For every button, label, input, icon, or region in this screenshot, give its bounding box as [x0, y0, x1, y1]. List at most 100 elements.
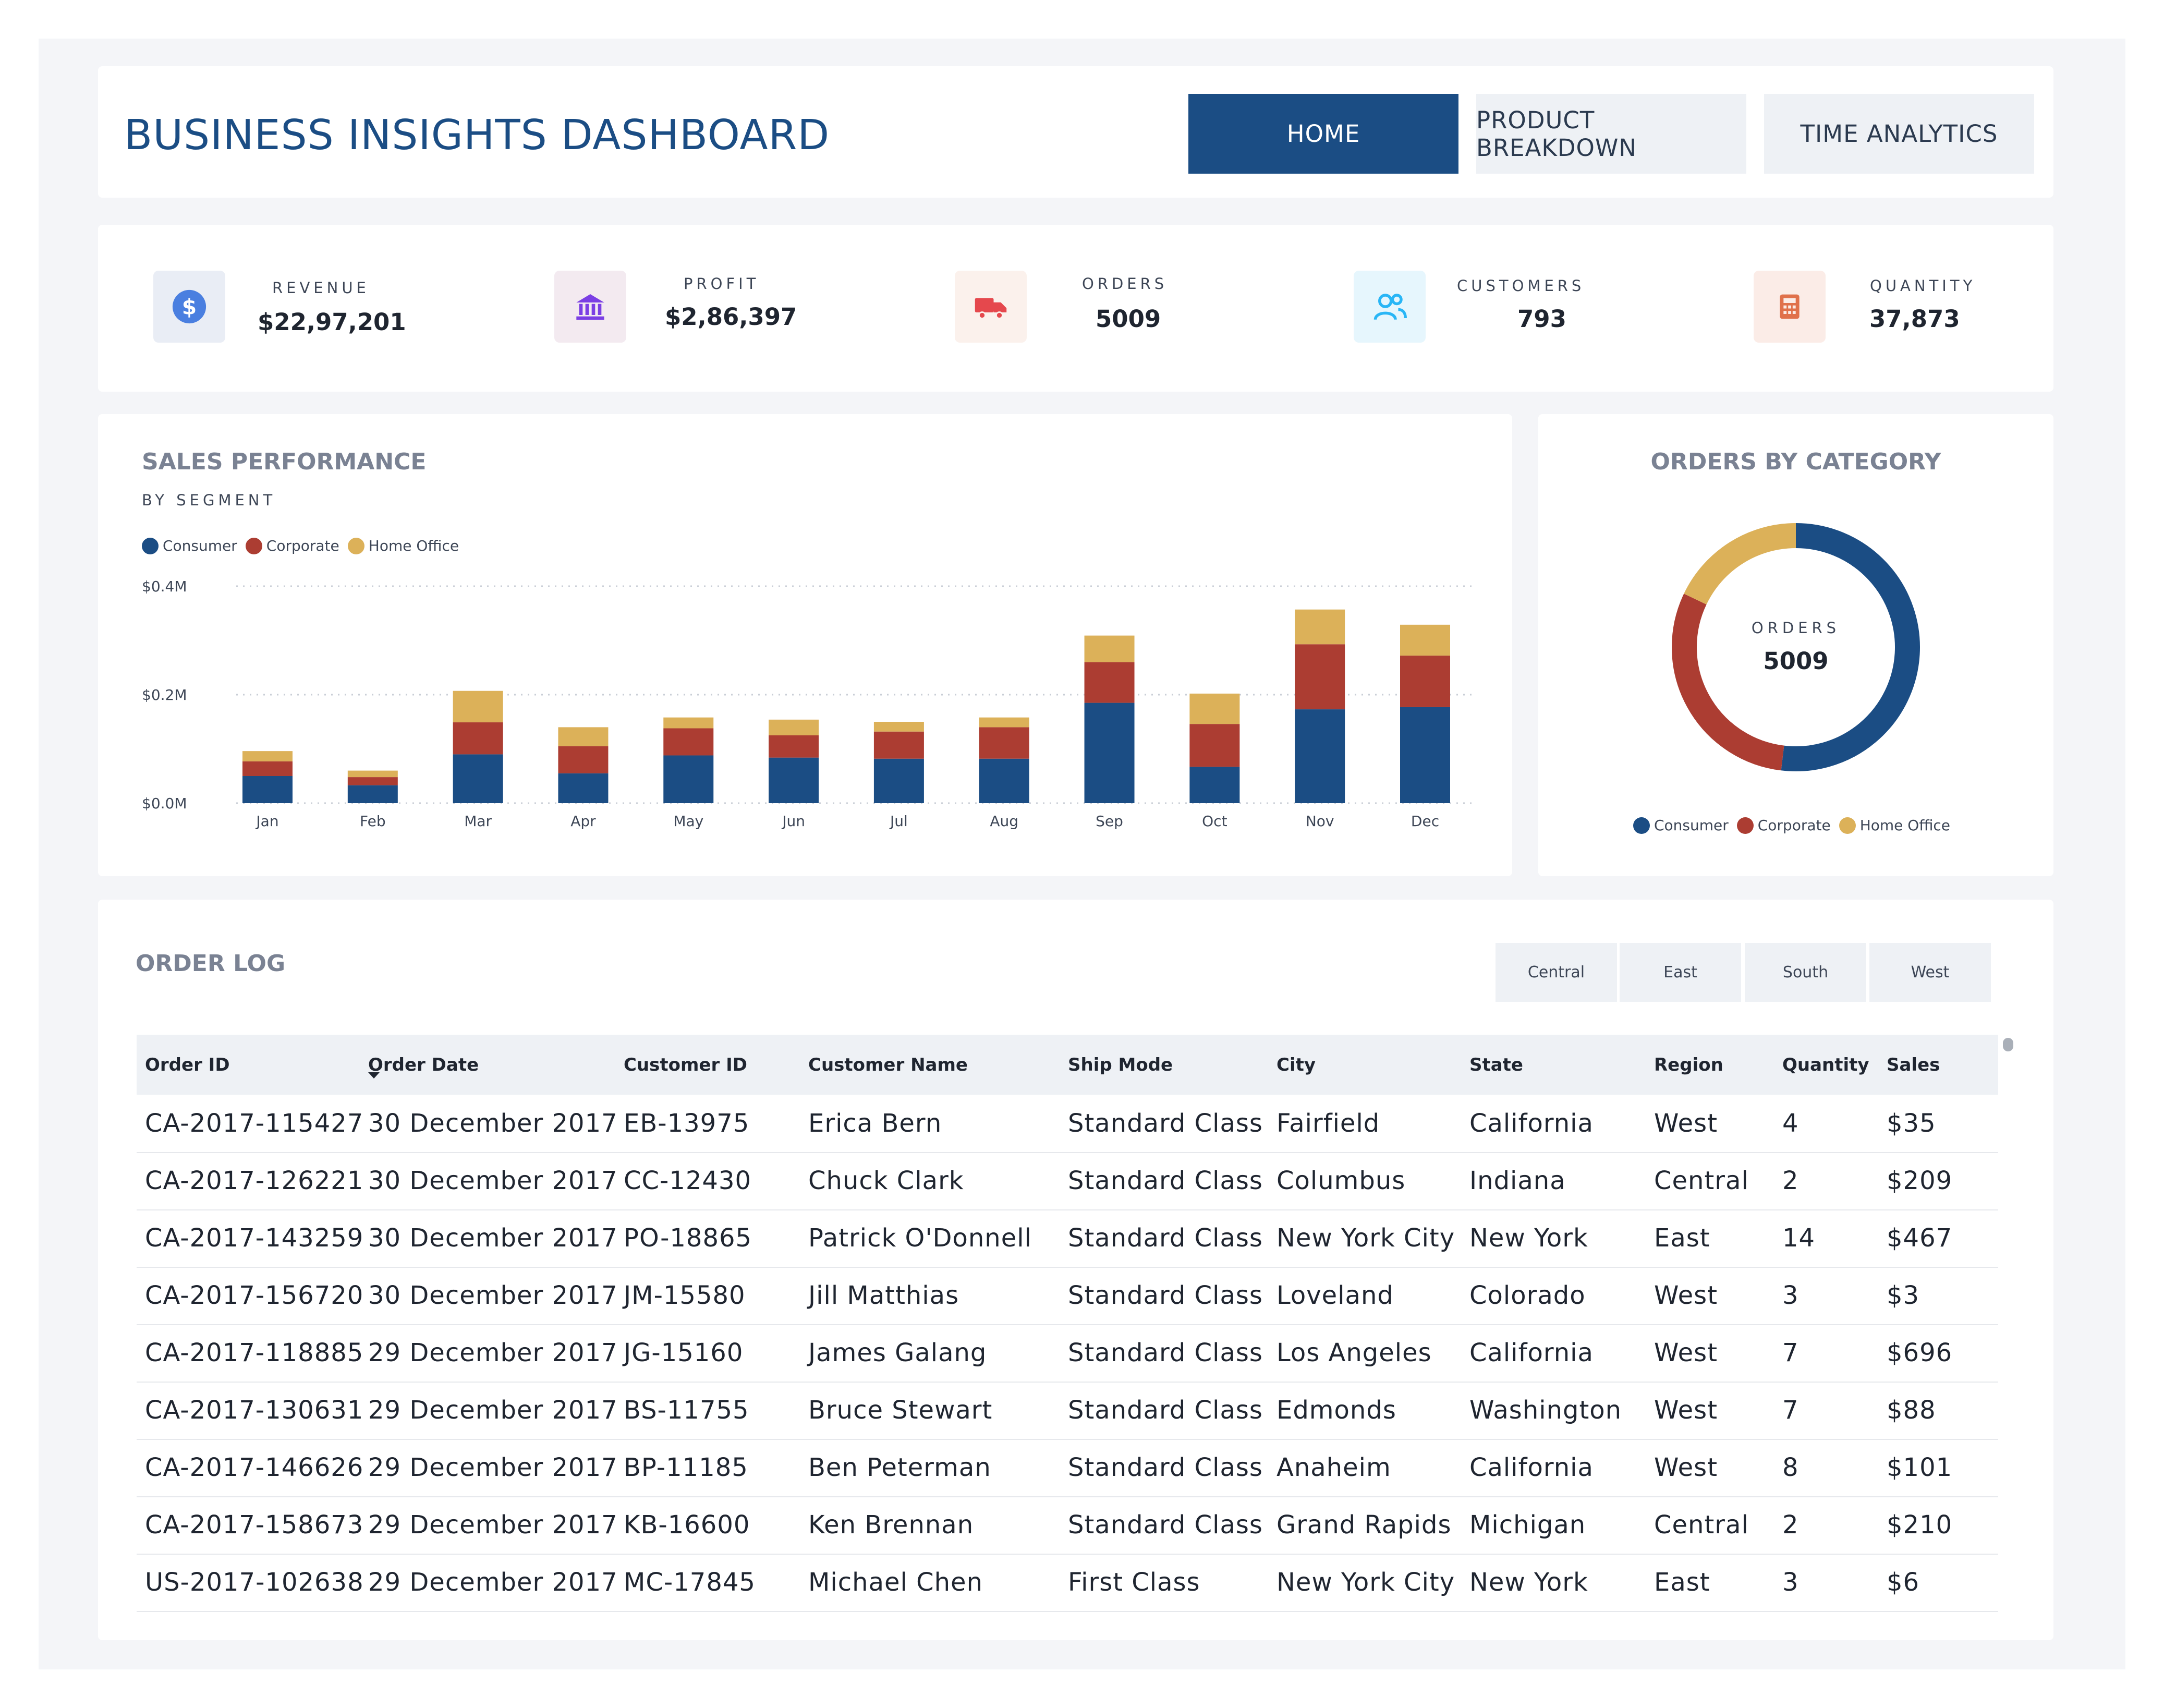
- cell-customer-name: Chuck Clark: [808, 1166, 964, 1195]
- bar-segment-corporate: [663, 728, 714, 756]
- column-header-order-date[interactable]: Order Date: [368, 1035, 479, 1095]
- table-row[interactable]: US-2017-102638 29 December 2017 MC-17845 Mi…: [137, 1554, 1998, 1612]
- bar-segment-consumer: [453, 754, 503, 803]
- cell-city: Columbus: [1276, 1166, 1406, 1195]
- cell-order-id: CA-2017-130631: [145, 1396, 364, 1425]
- cell-state: Colorado: [1469, 1281, 1586, 1310]
- cell-quantity: 3: [1782, 1281, 1799, 1310]
- cell-region: West: [1654, 1453, 1718, 1482]
- column-header-region[interactable]: Region: [1654, 1035, 1723, 1095]
- cell-city: Edmonds: [1276, 1396, 1396, 1425]
- bar-segment-corporate: [1189, 724, 1240, 767]
- bar-segment-home-office: [347, 770, 398, 778]
- cell-order-id: CA-2017-143259: [145, 1224, 364, 1253]
- cell-quantity: 2: [1782, 1510, 1799, 1540]
- column-header-customer-name[interactable]: Customer Name: [808, 1035, 968, 1095]
- kpi-value: 5009: [1096, 305, 1161, 333]
- cell-customer-name: Bruce Stewart: [808, 1396, 993, 1425]
- table-row[interactable]: CA-2017-126221 30 December 2017 CC-12430 Ch…: [137, 1152, 1998, 1210]
- legend-item-consumer: Consumer: [1633, 817, 1729, 834]
- cell-customer-id: JM-15580: [624, 1281, 746, 1310]
- donut-center-value: 5009: [1763, 647, 1829, 675]
- cell-ship-mode: Standard Class: [1068, 1338, 1263, 1367]
- bar-segment-consumer: [663, 755, 714, 803]
- donut-center-label: ORDERS: [1751, 619, 1841, 637]
- cell-customer-id: BS-11755: [624, 1396, 749, 1425]
- bar-segment-consumer: [873, 758, 924, 803]
- cell-customer-name: Michael Chen: [808, 1568, 983, 1597]
- cell-quantity: 8: [1782, 1453, 1799, 1482]
- cell-customer-name: James Galang: [808, 1338, 987, 1367]
- cell-region: West: [1654, 1281, 1718, 1310]
- donut-legend: Consumer Corporate Home Office: [1538, 817, 2053, 834]
- table-row[interactable]: CA-2017-158673 29 December 2017 KB-16600 Ke…: [137, 1496, 1998, 1555]
- cell-sales: $696: [1887, 1338, 1953, 1367]
- column-header-state[interactable]: State: [1469, 1035, 1523, 1095]
- cell-state: California: [1469, 1453, 1594, 1482]
- cell-state: California: [1469, 1109, 1594, 1138]
- column-header-customer-id[interactable]: Customer ID: [624, 1035, 747, 1095]
- region-filter-central[interactable]: Central: [1496, 943, 1617, 1002]
- cell-order-id: CA-2017-158673: [145, 1510, 364, 1540]
- cell-state: New York: [1469, 1224, 1588, 1253]
- cell-region: Central: [1654, 1510, 1749, 1540]
- cell-order-date: 30 December 2017: [368, 1109, 618, 1138]
- bar-segment-corporate: [242, 761, 293, 776]
- bar-segment-corporate: [979, 727, 1029, 759]
- cell-quantity: 7: [1782, 1396, 1799, 1425]
- orders-by-category-card: ORDERS BY CATEGORY ORDERS 5009 Consumer …: [1538, 414, 2053, 876]
- region-filter-west[interactable]: West: [1869, 943, 1991, 1002]
- table-row[interactable]: CA-2017-156720 30 December 2017 JM-15580 Ji…: [137, 1267, 1998, 1325]
- nav-home-button[interactable]: HOME: [1188, 94, 1458, 174]
- cell-state: California: [1469, 1338, 1594, 1367]
- column-header-sales[interactable]: Sales: [1887, 1035, 1940, 1095]
- bar-segment-home-office: [979, 717, 1029, 728]
- scrollbar-thumb[interactable]: [2003, 1038, 2013, 1051]
- cell-sales: $209: [1887, 1166, 1953, 1195]
- legend-dot: [1839, 817, 1856, 834]
- cell-order-date: 30 December 2017: [368, 1166, 618, 1195]
- bar-segment-home-office: [558, 727, 609, 746]
- cell-sales: $35: [1887, 1109, 1936, 1138]
- x-tick-label: Sep: [1096, 813, 1123, 830]
- table-row[interactable]: CA-2017-130631 29 December 2017 BS-11755 Br…: [137, 1382, 1998, 1440]
- cell-customer-name: Jill Matthias: [808, 1281, 959, 1310]
- kpi-label: PROFIT: [684, 275, 760, 293]
- cell-state: Indiana: [1469, 1166, 1566, 1195]
- column-header-city[interactable]: City: [1276, 1035, 1316, 1095]
- cell-order-date: 29 December 2017: [368, 1510, 618, 1540]
- column-header-ship-mode[interactable]: Ship Mode: [1068, 1035, 1173, 1095]
- cell-ship-mode: Standard Class: [1068, 1281, 1263, 1310]
- legend-item-home-office: Home Office: [1839, 817, 1950, 834]
- cell-city: Grand Rapids: [1276, 1510, 1452, 1540]
- table-row[interactable]: CA-2017-143259 30 December 2017 PO-18865 Pa…: [137, 1209, 1998, 1268]
- svg-text:$: $: [182, 295, 197, 320]
- bar-segment-corporate: [453, 722, 503, 755]
- table-row[interactable]: CA-2017-115427 30 December 2017 EB-13975 Er…: [137, 1095, 1998, 1153]
- cell-customer-id: JG-15160: [624, 1338, 744, 1367]
- kpi-value: 37,873: [1869, 305, 1960, 333]
- bar-segment-consumer: [347, 785, 398, 803]
- bar-segment-home-office: [242, 751, 293, 761]
- table-row[interactable]: CA-2017-118885 29 December 2017 JG-15160 Ja…: [137, 1324, 1998, 1383]
- bar-segment-corporate: [873, 731, 924, 759]
- sort-desc-icon[interactable]: [368, 1072, 380, 1079]
- column-header-order-id[interactable]: Order ID: [145, 1035, 230, 1095]
- donut-slice-home-office: [1684, 523, 1796, 605]
- x-tick-label: Aug: [990, 813, 1018, 830]
- nav-time-analytics-button[interactable]: TIME ANALYTICS: [1764, 94, 2034, 174]
- cell-customer-name: Patrick O'Donnell: [808, 1224, 1032, 1253]
- bar-segment-consumer: [1084, 702, 1135, 803]
- cell-sales: $467: [1887, 1224, 1953, 1253]
- bar-segment-home-office: [663, 717, 714, 729]
- bar-segment-home-office: [1189, 693, 1240, 724]
- y-tick-label: $0.4M: [142, 578, 187, 595]
- region-filter-east[interactable]: East: [1620, 943, 1741, 1002]
- x-tick-label: Mar: [464, 813, 492, 830]
- region-filter-south[interactable]: South: [1745, 943, 1866, 1002]
- column-header-quantity[interactable]: Quantity: [1782, 1035, 1869, 1095]
- nav-product-breakdown-button[interactable]: PRODUCT BREAKDOWN: [1476, 94, 1746, 174]
- cell-city: Los Angeles: [1276, 1338, 1432, 1367]
- x-tick-label: Jul: [889, 813, 908, 830]
- table-row[interactable]: CA-2017-146626 29 December 2017 BP-11185 Be…: [137, 1439, 1998, 1497]
